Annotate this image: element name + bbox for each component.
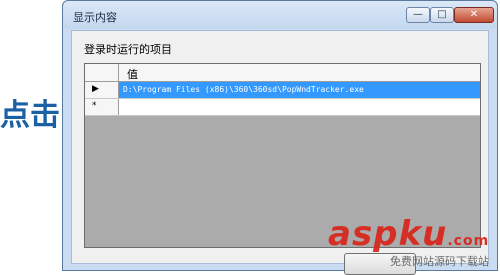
new-row-icon: *: [92, 101, 97, 111]
row-header[interactable]: *: [85, 99, 119, 115]
column-header-value[interactable]: 值: [127, 66, 138, 82]
watermark-tagline: 免费网站源码下载站: [390, 255, 489, 268]
maximize-button[interactable]: □: [430, 7, 454, 23]
current-row-icon: ▶: [92, 84, 99, 94]
close-button[interactable]: ✕: [454, 7, 494, 23]
grid-header: 值: [85, 64, 480, 82]
watermark-logo: aspku.com: [328, 214, 489, 254]
minimize-button[interactable]: —: [406, 7, 430, 23]
watermark-brand: aspku: [328, 214, 448, 254]
grid-corner-cell[interactable]: [85, 64, 119, 81]
value-cell[interactable]: [119, 99, 480, 115]
new-row[interactable]: *: [85, 99, 480, 116]
watermark-tld: .com: [447, 233, 490, 249]
row-header[interactable]: ▶: [85, 82, 119, 98]
window-title: 显示内容: [73, 11, 117, 24]
value-cell[interactable]: D:\Program Files (x86)\360\360sd\PopWndT…: [119, 82, 480, 98]
table-row[interactable]: ▶ D:\Program Files (x86)\360\360sd\PopWn…: [85, 82, 480, 99]
startup-items-label: 登录时运行的项目: [84, 43, 172, 56]
click-annotation: 点击: [0, 98, 60, 133]
title-bar: 显示内容 — □ ✕: [63, 1, 497, 29]
